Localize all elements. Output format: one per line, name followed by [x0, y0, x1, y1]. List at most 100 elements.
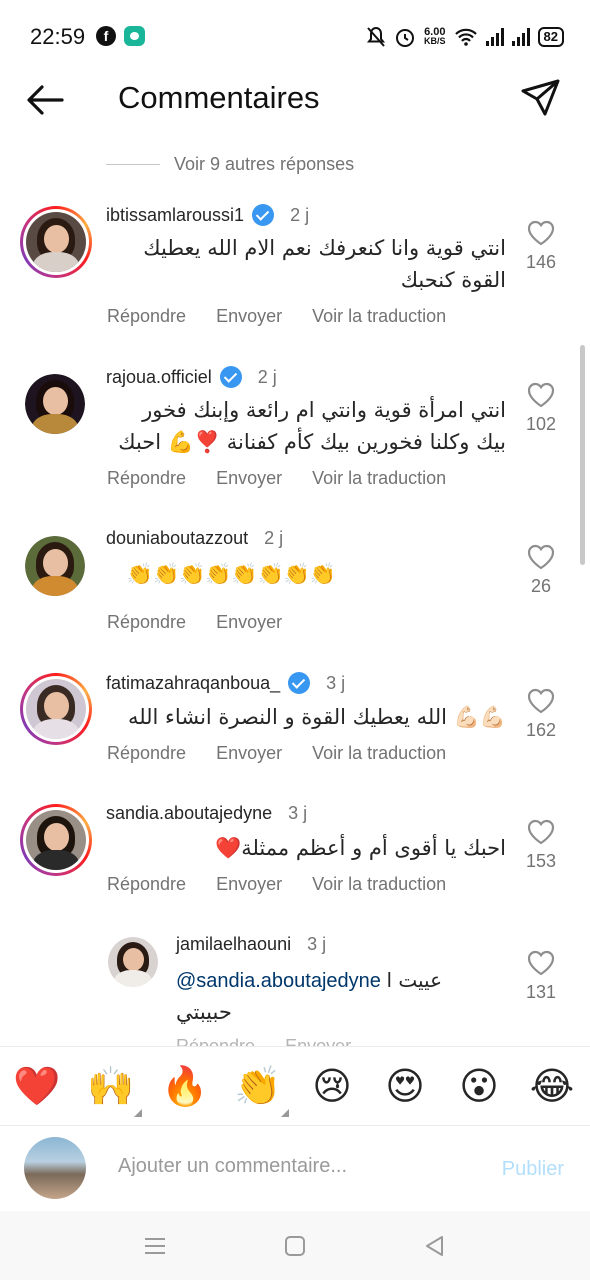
wifi-icon: [454, 28, 477, 46]
like-button[interactable]: 146: [516, 220, 566, 273]
home-button[interactable]: [282, 1233, 308, 1259]
comment-actions: Répondre Envoyer Voir la traduction: [107, 468, 446, 489]
send-button[interactable]: Envoyer: [216, 612, 282, 633]
facebook-notification-icon: f: [96, 26, 116, 46]
comment-composer: Ajouter un commentaire... Publier: [0, 1127, 590, 1211]
like-count: 162: [525, 720, 557, 740]
comment-actions: Répondre Envoyer Voir la traduction: [107, 743, 446, 764]
avatar[interactable]: [20, 673, 92, 745]
avatar[interactable]: [108, 937, 158, 987]
comment-actions: Répondre Envoyer: [107, 612, 282, 633]
heart-outline-icon: [527, 688, 555, 714]
page-title: Commentaires: [118, 80, 320, 115]
timestamp: 2 j: [257, 366, 277, 387]
heart-outline-icon: [527, 382, 555, 408]
view-more-replies[interactable]: Voir 9 autres réponses: [106, 154, 354, 175]
comment-header: fatimazahraqanboua_ 3 j: [106, 672, 345, 694]
comment-text: 💪🏻💪🏻 الله يعطيك القوة و النصرة انشاء الل…: [127, 705, 506, 729]
reply-text: عييت ا: [386, 968, 443, 992]
like-count: 26: [530, 576, 552, 596]
comment-text: 👏👏👏👏👏👏👏👏: [126, 562, 336, 586]
reaction-raised-hands[interactable]: 🙌: [86, 1061, 142, 1117]
verified-badge-icon: [252, 204, 275, 226]
comment-header: douniaboutazzout 2 j: [106, 528, 283, 549]
send-button[interactable]: Envoyer: [216, 468, 282, 489]
like-button[interactable]: 26: [516, 544, 566, 597]
avatar[interactable]: [20, 804, 92, 876]
like-button[interactable]: 153: [516, 819, 566, 872]
menu-button[interactable]: [142, 1233, 168, 1259]
reaction-surprised[interactable]: 😮: [454, 1061, 504, 1111]
username[interactable]: sandia.aboutajedyne: [106, 803, 272, 824]
comment-input[interactable]: Ajouter un commentaire...: [118, 1155, 347, 1178]
back-button[interactable]: [22, 78, 70, 122]
menu-icon: [145, 1238, 165, 1254]
back-nav-button[interactable]: [422, 1233, 448, 1259]
paper-plane-icon: [521, 79, 560, 116]
translate-button[interactable]: Voir la traduction: [312, 743, 446, 764]
username[interactable]: rajoua.officiel: [106, 367, 212, 388]
battery-indicator: 82: [537, 27, 564, 47]
reaction-crying[interactable]: 😢: [307, 1061, 357, 1111]
like-count: 131: [525, 982, 557, 1002]
timestamp: 2 j: [264, 528, 284, 548]
username[interactable]: fatimazahraqanboua_: [106, 673, 280, 694]
mention-link[interactable]: @sandia.aboutajedyne: [176, 970, 381, 992]
divider: [106, 164, 160, 165]
alarm-icon: [396, 29, 415, 47]
heart-outline-icon: [527, 950, 555, 976]
quick-reactions-bar: ❤️ 🙌 🔥 👏 😢 😍 😮 😂: [0, 1046, 590, 1126]
publish-button[interactable]: Publier: [502, 1158, 564, 1181]
avatar[interactable]: [25, 536, 85, 596]
status-bar: 22:59 f 6.00 KB/S 82: [0, 0, 590, 72]
comment-header: sandia.aboutajedyne 3 j: [106, 803, 307, 824]
like-count: 153: [525, 851, 557, 871]
reaction-fire[interactable]: 🔥: [160, 1061, 210, 1111]
system-navigation-bar: [0, 1211, 590, 1280]
translate-button[interactable]: Voir la traduction: [312, 468, 446, 489]
like-button[interactable]: 162: [516, 688, 566, 741]
chat-notification-icon: [124, 26, 145, 46]
heart-outline-icon: [527, 819, 555, 845]
network-speed: 6.00 KB/S: [424, 26, 446, 46]
send-button[interactable]: Envoyer: [216, 874, 282, 895]
like-button[interactable]: 131: [516, 950, 566, 1003]
verified-badge-icon: [288, 672, 311, 694]
verified-badge-icon: [219, 366, 242, 388]
comment-header: ibtissamlaroussi1 2 j: [106, 204, 309, 226]
avatar[interactable]: [25, 374, 85, 434]
like-count: 146: [525, 252, 557, 272]
comment-actions: Répondre Envoyer Voir la traduction: [107, 306, 446, 327]
reply-button[interactable]: Répondre: [107, 306, 186, 327]
comment-text-line2: حبيبتي: [176, 1000, 232, 1024]
like-count: 102: [525, 414, 557, 434]
scrollbar[interactable]: [580, 345, 585, 565]
reaction-heart-eyes[interactable]: 😍: [380, 1061, 430, 1111]
reaction-heart[interactable]: ❤️: [12, 1061, 62, 1111]
arrow-left-icon: [27, 85, 64, 115]
avatar[interactable]: [20, 206, 92, 278]
username[interactable]: douniaboutazzout: [106, 528, 248, 549]
timestamp: 3 j: [307, 934, 327, 954]
reply-button[interactable]: Répondre: [107, 874, 186, 895]
skin-tone-indicator: [281, 1109, 289, 1117]
translate-button[interactable]: Voir la traduction: [312, 874, 446, 895]
reaction-clap[interactable]: 👏: [233, 1061, 289, 1117]
comment-text: انتي قوية وانا كنعرفك نعم الام الله يعطي…: [143, 236, 506, 292]
status-time: 22:59: [30, 24, 86, 49]
send-button[interactable]: Envoyer: [216, 743, 282, 764]
username[interactable]: ibtissamlaroussi1: [106, 205, 244, 226]
skin-tone-indicator: [134, 1109, 142, 1117]
send-button[interactable]: Envoyer: [216, 306, 282, 327]
mute-icon: [366, 26, 386, 47]
reply-button[interactable]: Répondre: [107, 743, 186, 764]
heart-outline-icon: [527, 220, 555, 246]
heart-outline-icon: [527, 544, 555, 570]
reply-button[interactable]: Répondre: [107, 612, 186, 633]
reply-button[interactable]: Répondre: [107, 468, 186, 489]
translate-button[interactable]: Voir la traduction: [312, 306, 446, 327]
reaction-laughing[interactable]: 😂: [527, 1061, 577, 1111]
share-button[interactable]: [518, 76, 562, 120]
like-button[interactable]: 102: [516, 382, 566, 435]
username[interactable]: jamilaelhaouni: [176, 934, 291, 955]
